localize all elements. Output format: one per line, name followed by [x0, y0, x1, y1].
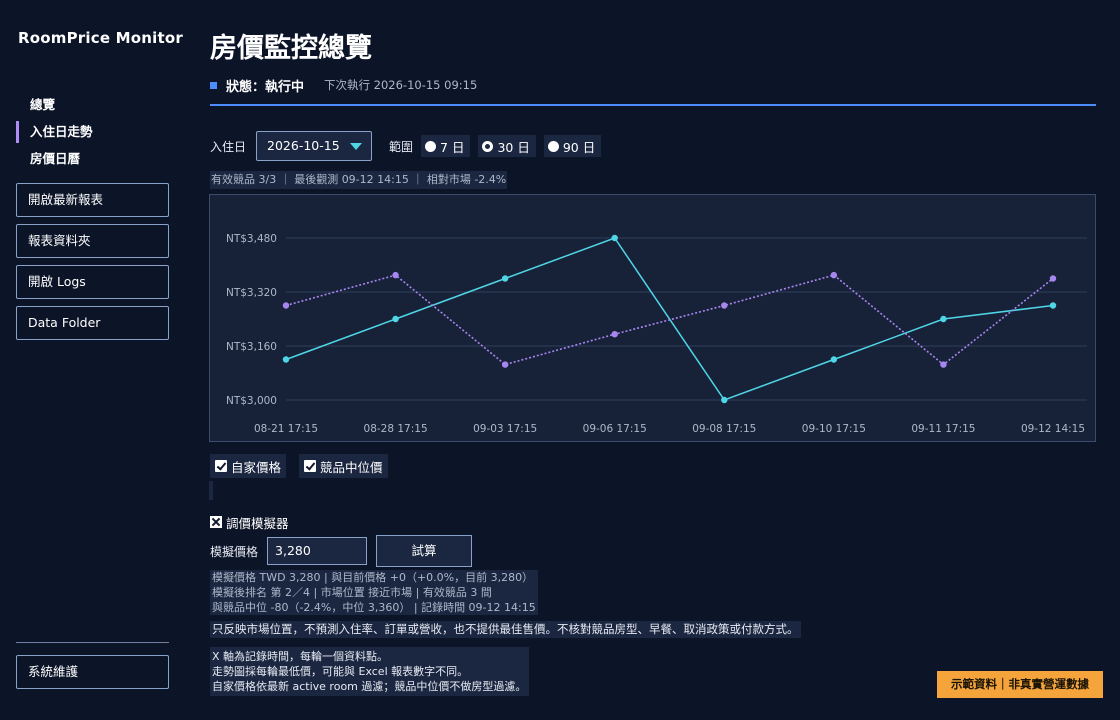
- sim-price-input[interactable]: 3,280: [267, 537, 368, 565]
- simulator-title: 調價模擬器: [226, 515, 289, 531]
- sidebar: RoomPrice Monitor 總覽 入住日走勢 房價日曆 開啟最新報表 報…: [0, 0, 186, 720]
- x-tick-label: 09-12 14:15: [1021, 423, 1085, 435]
- sidebar-item-checkin-trend[interactable]: 入住日走勢: [16, 121, 93, 143]
- y-tick-label: NT$3,480: [226, 233, 277, 245]
- y-tick-label: NT$3,320: [226, 287, 277, 299]
- comp-median-point: [611, 330, 618, 338]
- own-price-point: [1049, 302, 1057, 309]
- x-tick-label: 09-11 17:15: [911, 423, 975, 435]
- toggle-own-price[interactable]: 自家價格: [210, 454, 287, 478]
- own-price-point: [940, 315, 947, 323]
- note-line: X 軸為記錄時間，每輪一個資料點。: [212, 650, 389, 663]
- sidebar-item-overview[interactable]: 總覽: [16, 94, 55, 116]
- toggle-comp-median[interactable]: 競品中位價: [299, 454, 388, 478]
- demo-data-badge: 示範資料｜非真實營運數據: [937, 671, 1103, 698]
- x-tick-label: 08-28 17:15: [364, 423, 428, 435]
- comp-median-point: [940, 361, 947, 368]
- sim-result-line: 與競品中位 -80（-2.4%，中位 3,360） | 記錄時間 09-12 1…: [212, 601, 536, 614]
- toggle-own-price-label: 自家價格: [231, 459, 282, 475]
- simulator-row: 模擬價格 3,280 試算: [210, 535, 473, 567]
- status-indicator-icon: [210, 81, 217, 89]
- sim-result-line: 模擬後排名 第 2／4 | 市場位置 接近市場 | 有效競品 3 間: [212, 586, 492, 599]
- toggle-comp-median-label: 競品中位價: [320, 459, 383, 475]
- app-title: RoomPrice Monitor: [18, 29, 183, 47]
- range-option-label: 30 日: [497, 139, 530, 155]
- filter-controls: 入住日 2026-10-15 範圍 7 日 30 日 90 日: [210, 131, 602, 161]
- simulation-result: 模擬價格 TWD 3,280 | 與目前價格 +0（+0.0%，目前 3,280…: [210, 570, 538, 615]
- open-logs-button[interactable]: 開啟 Logs: [16, 265, 169, 299]
- empty-status-slot: [209, 481, 213, 500]
- chart-notes: X 軸為記錄時間，每輪一個資料點。 走勢圖採每輪最低價，可能與 Excel 報表…: [210, 647, 530, 696]
- close-box-icon: [210, 516, 222, 528]
- y-tick-label: NT$3,160: [226, 341, 277, 353]
- note-line: 自家價格依最新 active room 過濾；競品中位價不做房型過濾。: [212, 680, 527, 693]
- own-price-point: [721, 396, 728, 404]
- x-tick-label: 09-03 17:15: [473, 423, 537, 435]
- calculate-button[interactable]: 試算: [376, 535, 473, 567]
- chart-canvas: NT$3,000 NT$3,160 NT$3,320 NT$3,480 08-21 17…: [226, 233, 1087, 435]
- comp-median-line: [285, 274, 1054, 366]
- own-price-point: [830, 356, 838, 363]
- x-tick-label: 09-08 17:15: [692, 423, 756, 435]
- simulator-toggle[interactable]: 調價模擬器: [210, 512, 289, 532]
- x-tick-label: 09-06 17:15: [583, 423, 647, 435]
- checkin-label: 入住日: [210, 139, 247, 154]
- open-latest-report-button[interactable]: 開啟最新報表: [16, 183, 169, 217]
- own-price-point: [392, 315, 399, 323]
- page-title: 房價監控總覽: [210, 33, 372, 64]
- disclaimer-text: 只反映市場位置，不預測入住率、訂單或營收，也不提供最佳售價。不核對競品房型、早餐…: [210, 621, 801, 638]
- status-text: 狀態：執行中: [226, 79, 305, 95]
- data-folder-button[interactable]: Data Folder: [16, 306, 169, 340]
- radio-icon: [425, 140, 437, 152]
- range-option-label: 90 日: [562, 139, 596, 155]
- next-run-text: 下次執行 2026-10-15 09:15: [324, 78, 478, 92]
- summary-line: 有效競品 3/3 ｜ 最後觀測 09-12 14:15 ｜ 相對市場 -2.4%: [210, 171, 508, 189]
- comp-median-point: [392, 271, 399, 279]
- sim-result-line: 模擬價格 TWD 3,280 | 與目前價格 +0（+0.0%，目前 3,280…: [212, 571, 534, 584]
- y-tick-label: NT$3,000: [226, 395, 277, 407]
- comp-median-point: [721, 302, 728, 309]
- sim-price-label: 模擬價格: [210, 544, 259, 559]
- header-divider: [210, 104, 1096, 106]
- report-folder-button[interactable]: 報表資料夾: [16, 224, 169, 258]
- sidebar-divider: [16, 642, 169, 643]
- caret-down-icon: [350, 143, 363, 150]
- comp-median-point: [1049, 275, 1057, 282]
- comp-median-point: [282, 302, 290, 309]
- checkin-date-value: 2026-10-15: [267, 138, 340, 153]
- checkbox-checked-icon: [304, 460, 316, 472]
- x-tick-label: 09-10 17:15: [802, 423, 866, 435]
- range-option-7d[interactable]: 7 日: [421, 135, 471, 157]
- sidebar-item-price-calendar[interactable]: 房價日曆: [16, 148, 80, 170]
- own-price-point: [282, 356, 290, 363]
- note-line: 走勢圖採每輪最低價，可能與 Excel 報表數字不同。: [212, 665, 469, 678]
- price-trend-chart: NT$3,000 NT$3,160 NT$3,320 NT$3,480 08-21 17…: [209, 194, 1096, 442]
- checkin-date-select[interactable]: 2026-10-15: [256, 131, 373, 161]
- status-row: 狀態：執行中 下次執行 2026-10-15 09:15: [210, 76, 478, 95]
- system-maintenance-button[interactable]: 系統維護: [16, 655, 169, 689]
- own-price-line: [285, 237, 1054, 401]
- range-option-90d[interactable]: 90 日: [543, 135, 602, 157]
- range-option-30d[interactable]: 30 日: [478, 135, 536, 157]
- checkbox-checked-icon: [215, 460, 227, 472]
- range-option-label: 7 日: [440, 139, 465, 155]
- radio-selected-icon: [482, 140, 494, 152]
- own-price-point: [611, 234, 618, 242]
- radio-icon: [547, 140, 559, 152]
- x-tick-label: 08-21 17:15: [254, 423, 318, 435]
- comp-median-point: [501, 361, 509, 368]
- range-label: 範圍: [389, 139, 414, 154]
- comp-median-point: [830, 271, 838, 279]
- own-price-point: [501, 275, 509, 282]
